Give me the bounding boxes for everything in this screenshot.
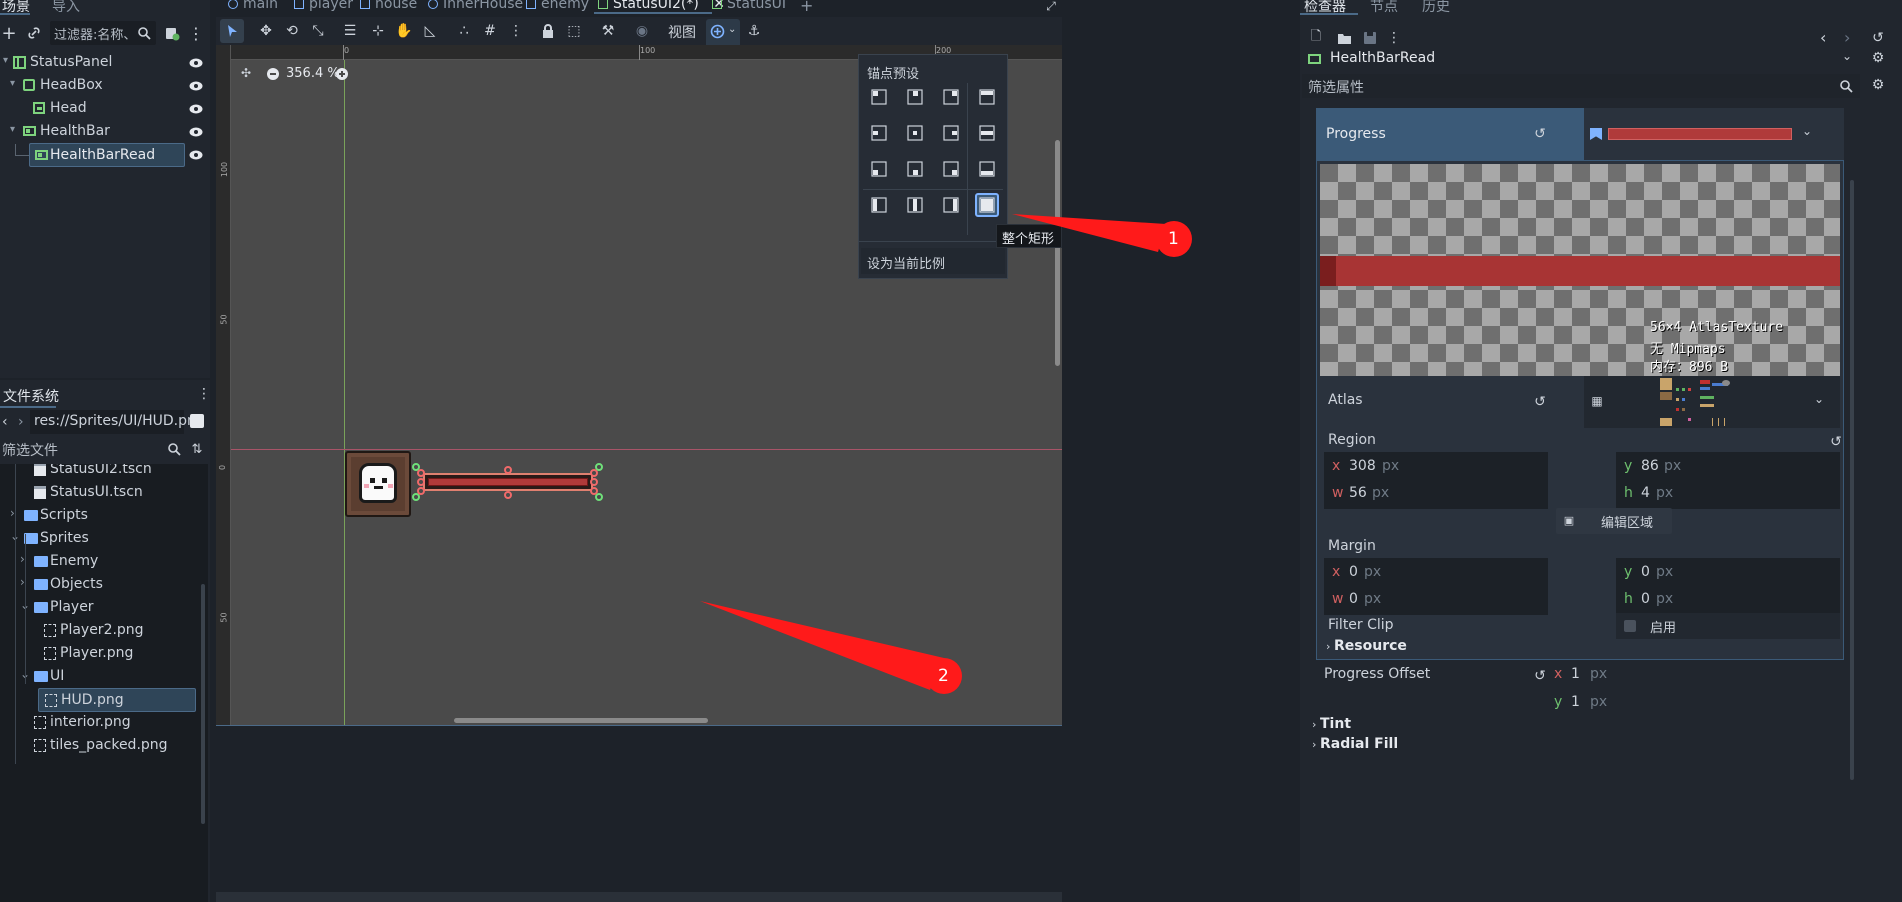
filter-clip-label: Filter Clip: [1328, 617, 1394, 633]
atlas-texture-icon: [1590, 128, 1602, 140]
resource-section[interactable]: Resource: [1334, 638, 1407, 654]
script-icon[interactable]: ⚙: [1870, 50, 1886, 66]
chevron-right-icon: ›: [1326, 640, 1331, 653]
margin-label: Margin: [1328, 538, 1376, 554]
texture-info-line: 56×4 AtlasTexture: [1650, 320, 1784, 335]
annotation-label-2: 2: [938, 666, 949, 686]
open-folder-icon[interactable]: [1336, 30, 1352, 46]
region-h-field[interactable]: h 4 px: [1616, 479, 1840, 509]
progress-offset-label: Progress Offset: [1324, 666, 1431, 682]
revert-icon[interactable]: ↺: [1828, 433, 1844, 451]
search-icon: [1838, 78, 1854, 94]
property-settings-icon[interactable]: ⚙: [1870, 76, 1886, 94]
image-texture-icon: ▦: [1591, 394, 1603, 408]
region-x-field[interactable]: x 308 px: [1324, 452, 1548, 482]
checkbox-icon: [1624, 620, 1636, 632]
margin-h-field[interactable]: h 0 px: [1616, 585, 1840, 615]
chevron-right-icon: ›: [1312, 718, 1317, 731]
texture-info-line: 无 Mipmaps: [1650, 342, 1726, 357]
save-icon[interactable]: [1362, 30, 1378, 46]
progress-property[interactable]: Progress ↺: [1316, 108, 1584, 160]
progress-texture-slot[interactable]: ⌄: [1584, 108, 1844, 160]
texture-preview: 56×4 AtlasTexture 无 Mipmaps 内存：896 B: [1320, 164, 1840, 376]
annotation-label-1: 1: [1168, 229, 1179, 249]
history-back-icon[interactable]: ‹: [1820, 28, 1826, 47]
margin-x-field[interactable]: x 0 px: [1324, 558, 1548, 588]
atlas-texture-slot[interactable]: ▦ ⌄: [1584, 376, 1840, 428]
revert-icon[interactable]: ↺: [1532, 125, 1548, 143]
margin-y-field[interactable]: y 0 px: [1616, 558, 1840, 588]
atlas-label: Atlas: [1328, 392, 1363, 408]
progress-offset-y-field[interactable]: y 1 px: [1546, 688, 1840, 718]
edit-region-button[interactable]: ▣ 编辑区域: [1556, 508, 1672, 534]
node-selector[interactable]: HealthBarRead ⌄: [1302, 47, 1860, 71]
progress-offset-x-field[interactable]: x 1 px: [1546, 660, 1840, 690]
radial-fill-section[interactable]: Radial Fill: [1320, 736, 1398, 752]
inspector-scrollbar[interactable]: [1850, 180, 1854, 780]
chevron-right-icon: ›: [1312, 738, 1317, 751]
texture-preview-bar: [1320, 256, 1840, 286]
region-label: Region: [1328, 432, 1376, 448]
region-edit-icon: ▣: [1563, 513, 1575, 527]
chevron-down-icon: ⌄: [1814, 392, 1825, 406]
chevron-down-icon: ⌄: [1842, 49, 1853, 63]
property-filter-input[interactable]: 筛选属性: [1302, 74, 1860, 98]
more-options-icon[interactable]: ⋮: [1387, 30, 1401, 46]
object-history-icon[interactable]: ↺: [1870, 30, 1886, 46]
revert-icon[interactable]: ↺: [1532, 393, 1548, 411]
tint-section[interactable]: Tint: [1320, 716, 1351, 732]
inspector-dock: 检查器 节点 历史 🗋 ⋮ ‹ › ↺ HealthBarRead ⌄ ⚙ 筛选…: [1300, 0, 1902, 902]
filter-clip-checkbox[interactable]: 启用: [1616, 613, 1840, 639]
chevron-down-icon: ⌄: [1802, 124, 1813, 138]
margin-w-field[interactable]: w 0 px: [1324, 585, 1548, 615]
tab-node[interactable]: 节点: [1370, 0, 1398, 16]
tab-history[interactable]: 历史: [1422, 0, 1450, 16]
atlas-preview: [1660, 378, 1740, 426]
region-w-field[interactable]: w 56 px: [1324, 479, 1548, 509]
history-forward-icon[interactable]: ›: [1844, 28, 1850, 47]
new-resource-icon[interactable]: 🗋: [1308, 29, 1324, 46]
texture-info-line: 内存：896 B: [1650, 360, 1729, 375]
progress-bar-icon: [1308, 54, 1321, 64]
region-y-field[interactable]: y 86 px: [1616, 452, 1840, 482]
texture-preview-thumb: [1608, 128, 1792, 140]
